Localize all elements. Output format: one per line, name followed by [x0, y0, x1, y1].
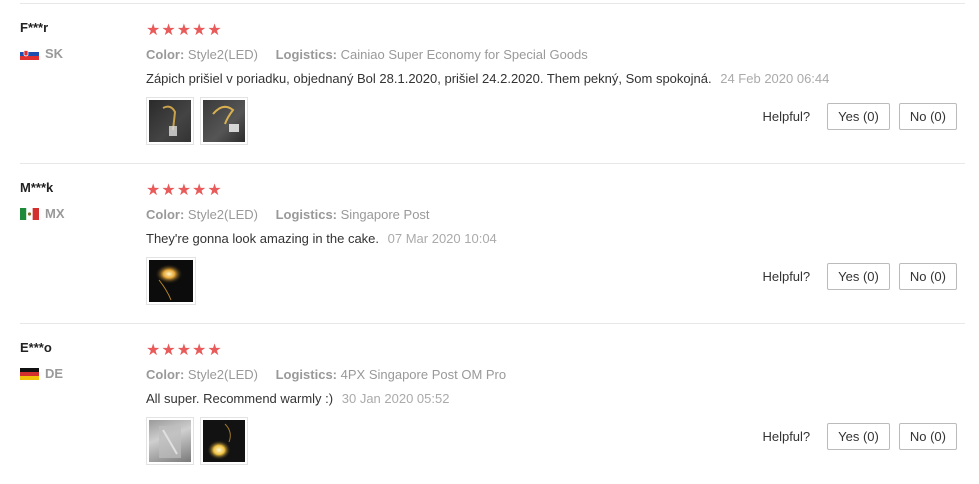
- review-photo-thumbnail[interactable]: [200, 417, 248, 465]
- review-meta: Color: Style2(LED) Logistics: Singapore …: [146, 207, 430, 222]
- logistics-value: Cainiao Super Economy for Special Goods: [340, 47, 588, 62]
- helpful-yes-button[interactable]: Yes (0): [827, 263, 890, 290]
- logistics-label: Logistics:: [275, 367, 338, 382]
- logistics-label: Logistics:: [275, 207, 338, 222]
- reviewer-country: DE: [20, 366, 63, 381]
- rating-stars: ★★★★★: [146, 342, 223, 359]
- review-photo-thumbnail[interactable]: [146, 417, 194, 465]
- helpful-label: Helpful?: [762, 269, 811, 284]
- review-photos: [146, 97, 248, 145]
- reviewer-name: M***k: [20, 180, 54, 195]
- color-label: Color:: [146, 47, 185, 62]
- review-photo-thumbnail[interactable]: [200, 97, 248, 145]
- review-item: F***r SK ★★★★★ Color: Style2(LED) Logist…: [0, 4, 979, 164]
- review-item: E***o DE ★★★★★ Color: Style2(LED) Logist…: [0, 324, 979, 484]
- review-item: M***k MX ★★★★★ Color: Style2(LED) Logist…: [0, 164, 979, 324]
- color-value: Style2(LED): [187, 367, 258, 382]
- reviewer-country: MX: [20, 206, 65, 221]
- helpful-votes: Helpful? Yes (0) No (0): [762, 423, 957, 450]
- review-date: 07 Mar 2020 10:04: [387, 231, 497, 246]
- logistics-label: Logistics:: [275, 47, 338, 62]
- review-date: 24 Feb 2020 06:44: [720, 71, 830, 86]
- rating-stars: ★★★★★: [146, 22, 223, 39]
- color-value: Style2(LED): [187, 207, 258, 222]
- review-photos: [146, 257, 196, 305]
- color-value: Style2(LED): [187, 47, 258, 62]
- color-label: Color:: [146, 367, 185, 382]
- logistics-value: 4PX Singapore Post OM Pro: [340, 367, 507, 382]
- review-text-line: All super. Recommend warmly :) 30 Jan 20…: [146, 391, 449, 406]
- review-photos: [146, 417, 248, 465]
- helpful-label: Helpful?: [762, 109, 811, 124]
- helpful-no-button[interactable]: No (0): [898, 103, 957, 130]
- country-code: MX: [45, 206, 65, 221]
- review-text: Zápich prišiel v poriadku, objednaný Bol…: [146, 71, 712, 86]
- reviewer-name: E***o: [20, 340, 52, 355]
- reviewer-country: SK: [20, 46, 63, 61]
- mexico-flag-icon: [20, 207, 39, 220]
- color-label: Color:: [146, 207, 185, 222]
- review-photo-thumbnail[interactable]: [146, 97, 194, 145]
- country-code: SK: [45, 46, 64, 61]
- review-text: They're gonna look amazing in the cake.: [146, 231, 380, 246]
- review-text: All super. Recommend warmly :): [146, 391, 334, 406]
- rating-stars: ★★★★★: [146, 182, 223, 199]
- germany-flag-icon: [20, 367, 39, 380]
- reviewer-name: F***r: [20, 20, 49, 35]
- review-text-line: They're gonna look amazing in the cake. …: [146, 231, 497, 246]
- helpful-yes-button[interactable]: Yes (0): [827, 423, 890, 450]
- review-meta: Color: Style2(LED) Logistics: Cainiao Su…: [146, 47, 588, 62]
- helpful-no-button[interactable]: No (0): [898, 423, 957, 450]
- country-code: DE: [45, 366, 64, 381]
- logistics-value: Singapore Post: [340, 207, 430, 222]
- helpful-no-button[interactable]: No (0): [898, 263, 957, 290]
- helpful-yes-button[interactable]: Yes (0): [827, 103, 890, 130]
- review-meta: Color: Style2(LED) Logistics: 4PX Singap…: [146, 367, 506, 382]
- helpful-votes: Helpful? Yes (0) No (0): [762, 263, 957, 290]
- review-photo-thumbnail[interactable]: [146, 257, 196, 305]
- helpful-label: Helpful?: [762, 429, 811, 444]
- review-date: 30 Jan 2020 05:52: [341, 391, 450, 406]
- slovakia-flag-icon: [20, 47, 39, 60]
- review-text-line: Zápich prišiel v poriadku, objednaný Bol…: [146, 71, 829, 86]
- helpful-votes: Helpful? Yes (0) No (0): [762, 103, 957, 130]
